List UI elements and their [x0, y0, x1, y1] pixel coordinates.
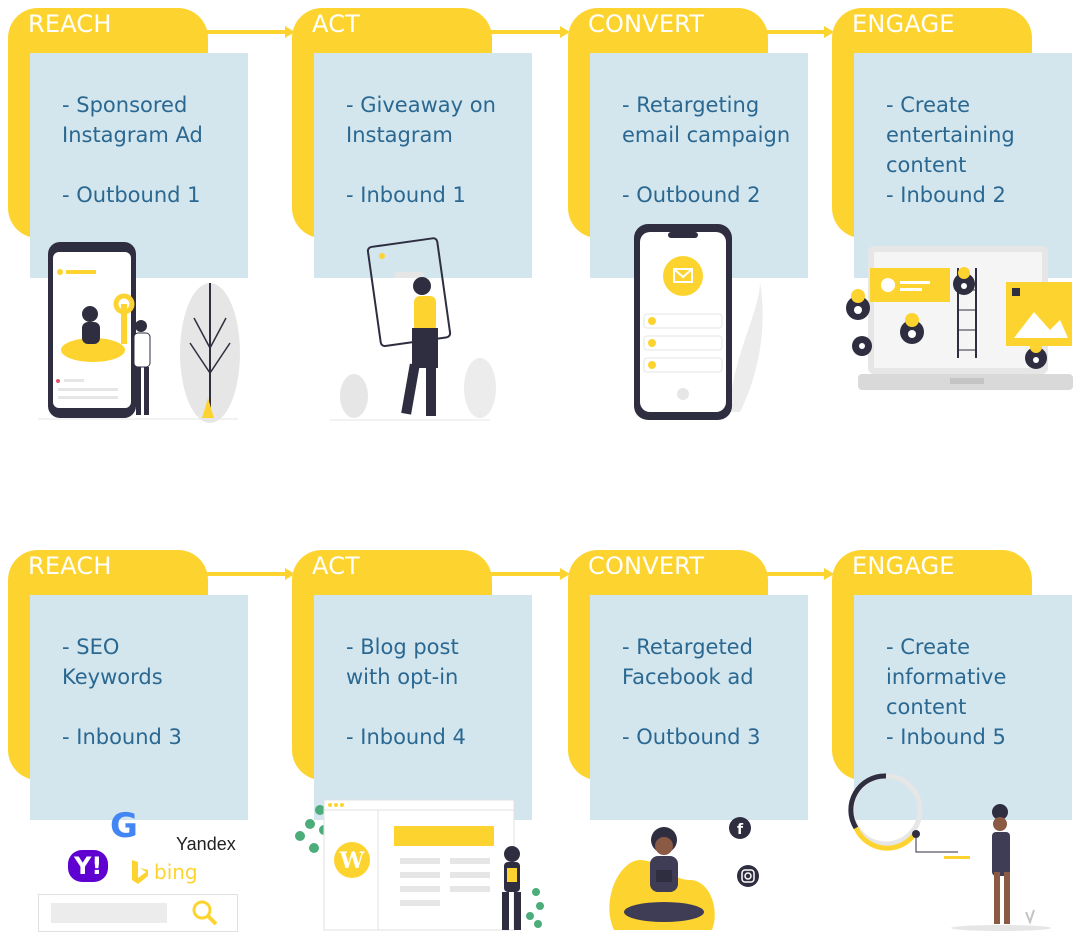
- entertaining-content-illustration: [846, 246, 1073, 390]
- card-act-2: ACT - Blog post with opt-in - Inbound 4: [292, 550, 532, 820]
- giveaway-illustration: [330, 237, 496, 421]
- email-phone-illustration: [634, 224, 763, 420]
- stage-title: ACT: [312, 10, 361, 38]
- flow-arrow: [760, 26, 834, 38]
- flow-arrow: [484, 568, 570, 580]
- stage-title: CONVERT: [588, 10, 705, 38]
- card-reach-2: REACH - SEO Keywords - Inbound 3: [8, 550, 248, 820]
- card-reach-1: REACH - Sponsored Instagram Ad - Outbound…: [8, 8, 248, 278]
- card-text: - Create informative content - Inbound 5: [886, 635, 1007, 749]
- blog-wordpress-illustration: W: [295, 799, 544, 931]
- stage-title: REACH: [28, 552, 112, 580]
- flow-arrow: [200, 26, 295, 38]
- card-act-1: ACT - Giveaway on Instagram - Inbound 1: [292, 8, 532, 278]
- card-convert-2: CONVERT - Retargeted Facebook ad - Outbou…: [568, 550, 808, 820]
- flow-arrow: [760, 568, 834, 580]
- stage-title: ENGAGE: [852, 552, 955, 580]
- stage-title: REACH: [28, 10, 112, 38]
- card-engage-2: ENGAGE - Create informative content - Inbou…: [832, 550, 1072, 820]
- yandex-logo: Yandex: [176, 834, 236, 854]
- flow-arrow: [484, 26, 570, 38]
- card-text: - Retargeting email campaign - Outbound 2: [622, 93, 791, 207]
- card-text: - Sponsored Instagram Ad - Outbound 1: [62, 93, 203, 207]
- card-text: - Retargeted Facebook ad - Outbound 3: [622, 635, 761, 749]
- card-engage-1: ENGAGE - Create entertaining content - Inbo…: [832, 8, 1072, 278]
- stage-title: ENGAGE: [852, 10, 955, 38]
- card-text: - Create entertaining content - Inbound 2: [886, 93, 1015, 207]
- svg-text:W: W: [339, 848, 365, 874]
- stage-title: ACT: [312, 552, 361, 580]
- informative-content-illustration: [848, 773, 1051, 931]
- card-text: - SEO Keywords - Inbound 3: [62, 635, 182, 749]
- svg-text:f: f: [737, 822, 744, 838]
- instagram-ad-illustration: [38, 242, 240, 423]
- search-icon: [192, 900, 218, 926]
- google-logo: G: [110, 806, 138, 846]
- card-text: - Giveaway on Instagram - Inbound 1: [346, 93, 496, 207]
- yahoo-logo: Y!: [68, 850, 109, 882]
- social-ad-illustration: f: [609, 817, 759, 930]
- bing-logo: bing: [154, 860, 198, 884]
- stage-title: CONVERT: [588, 552, 705, 580]
- search-engines-illustration: G Yandex Y! bing: [36, 806, 246, 932]
- card-text: - Blog post with opt-in - Inbound 4: [346, 635, 466, 749]
- bing-icon: [132, 860, 148, 884]
- flow-arrow: [200, 568, 295, 580]
- search-bar: [38, 894, 238, 932]
